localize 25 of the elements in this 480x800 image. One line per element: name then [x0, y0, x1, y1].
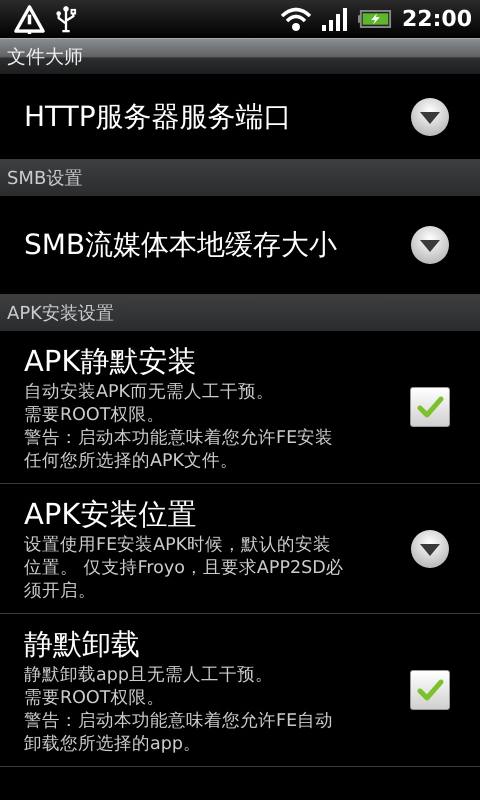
dropdown-icon[interactable]: [410, 96, 450, 136]
setting-title: HTTP服务器服务端口: [24, 98, 293, 134]
setting-title: 静默卸载: [24, 626, 141, 663]
dropdown-icon[interactable]: [410, 225, 450, 265]
usb-icon: [55, 5, 77, 33]
checkbox[interactable]: [410, 387, 450, 427]
clock: 22:00: [402, 6, 472, 32]
setting-title: SMB流媒体本地缓存大小: [24, 227, 338, 263]
checkbox[interactable]: [410, 670, 450, 710]
setting-row[interactable]: 静默卸载 静默卸载app且无需人工干预。 需要ROOT权限。 警告：启动本功能意味着您允许FE自动 卸载您所选择的app。: [0, 614, 480, 767]
section-title: APK安装设置: [7, 302, 114, 325]
setting-description: 自动安装APK而无需人工干预。 需要ROOT权限。 警告：启动本功能意味着您允许FE安装 任何您所选择的APK文件。: [24, 381, 334, 473]
battery-charging-icon: [358, 9, 392, 29]
wifi-icon: [280, 6, 312, 32]
signal-icon: [322, 7, 348, 31]
setting-row[interactable]: APK安装位置 设置使用FE安装APK时候，默认的安装 位置。 仅支持Froyo，且要求APP2SD必 须开启。: [0, 484, 480, 614]
dropdown-icon[interactable]: [410, 528, 450, 568]
setting-description: 设置使用FE安装APK时候，默认的安装 位置。 仅支持Froyo，且要求APP2SD必 须开启。: [24, 534, 345, 603]
section-title: SMB设置: [7, 167, 82, 190]
warning-icon: [14, 4, 45, 34]
setting-title: APK静默安装: [24, 343, 198, 380]
setting-row[interactable]: APK静默安装 自动安装APK而无需人工干预。 需要ROOT权限。 警告：启动本功能意味着您允许FE安装 任何您所选择的APK文件。: [0, 331, 480, 484]
app-title: 文件大师: [7, 44, 83, 70]
setting-title: APK安装位置: [24, 496, 198, 533]
setting-description: 静默卸载app且无需人工干预。 需要ROOT权限。 警告：启动本功能意味着您允许FE自动 卸载您所选择的app。: [24, 664, 334, 756]
